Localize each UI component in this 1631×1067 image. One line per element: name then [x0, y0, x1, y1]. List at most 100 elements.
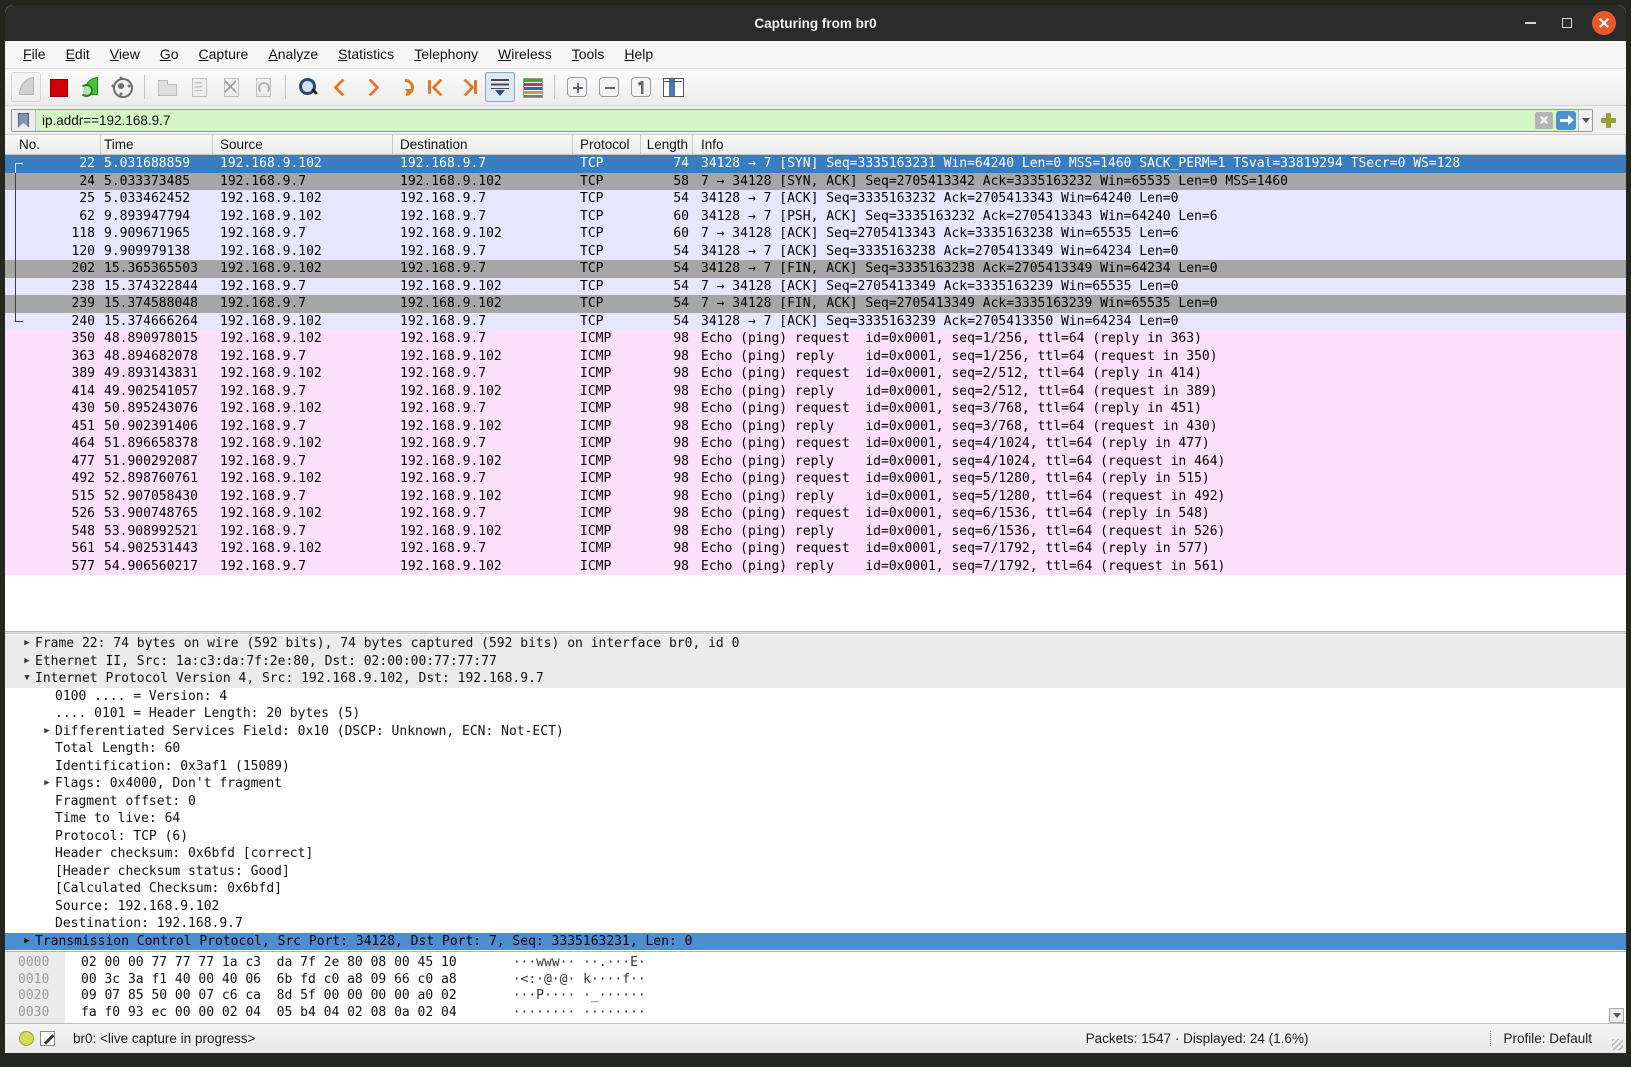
last-packet-button[interactable]: [453, 72, 483, 102]
capture-options-button[interactable]: [107, 72, 137, 102]
next-packet-button[interactable]: [357, 72, 387, 102]
column-header-info[interactable]: Info: [693, 135, 1626, 154]
filter-dropdown-button[interactable]: [1578, 110, 1592, 131]
packet-row[interactable]: 47751.900292087192.168.9.7192.168.9.102I…: [5, 453, 1626, 471]
start-capture-button[interactable]: [11, 72, 41, 102]
expander-icon[interactable]: ▶: [39, 723, 55, 741]
expander-icon[interactable]: ▶: [19, 653, 35, 671]
detail-row[interactable]: Total Length: 60: [5, 740, 1626, 758]
packet-row[interactable]: 49252.898760761192.168.9.102192.168.9.7I…: [5, 470, 1626, 488]
packet-row[interactable]: 255.033462452192.168.9.102192.168.9.7TCP…: [5, 190, 1626, 208]
packet-row[interactable]: 57754.906560217192.168.9.7192.168.9.102I…: [5, 558, 1626, 576]
detail-row[interactable]: 0100 .... = Version: 4: [5, 688, 1626, 706]
hex-row[interactable]: 002009 07 85 50 00 07 c6 ca 8d 5f 00 00 …: [5, 988, 1626, 1005]
add-filter-button[interactable]: [1598, 109, 1620, 131]
menu-item-analyze[interactable]: Analyze: [258, 41, 328, 68]
zoom-out-button[interactable]: [594, 72, 624, 102]
packet-row[interactable]: 245.033373485192.168.9.7192.168.9.102TCP…: [5, 173, 1626, 191]
find-packet-button[interactable]: [293, 72, 323, 102]
menu-item-statistics[interactable]: Statistics: [328, 41, 404, 68]
column-header-no[interactable]: No.: [5, 135, 101, 154]
packet-row[interactable]: 43050.895243076192.168.9.102192.168.9.7I…: [5, 400, 1626, 418]
hex-row[interactable]: 0030fa f0 93 ec 00 00 02 04 05 b4 04 02 …: [5, 1005, 1626, 1022]
column-header-length[interactable]: Length: [641, 135, 693, 154]
menu-item-help[interactable]: Help: [614, 41, 663, 68]
previous-packet-button[interactable]: [325, 72, 355, 102]
column-header-protocol[interactable]: Protocol: [573, 135, 641, 154]
packet-row[interactable]: 20215.365365503192.168.9.102192.168.9.7T…: [5, 260, 1626, 278]
detail-row[interactable]: ▼Internet Protocol Version 4, Src: 192.1…: [5, 670, 1626, 688]
apply-filter-button[interactable]: [1556, 111, 1576, 130]
scrollbar-down-button[interactable]: [1609, 1008, 1624, 1023]
filter-bookmark-button[interactable]: [12, 110, 36, 131]
expander-icon[interactable]: ▶: [39, 775, 55, 793]
detail-row[interactable]: ▶Transmission Control Protocol, Src Port…: [5, 933, 1626, 951]
zoom-in-button[interactable]: [562, 72, 592, 102]
open-file-button[interactable]: [152, 72, 182, 102]
packet-row[interactable]: 54853.908992521192.168.9.7192.168.9.102I…: [5, 523, 1626, 541]
detail-row[interactable]: Fragment offset: 0: [5, 793, 1626, 811]
restart-capture-button[interactable]: [75, 72, 105, 102]
clear-filter-button[interactable]: [1535, 112, 1553, 129]
detail-row[interactable]: Source: 192.168.9.102: [5, 898, 1626, 916]
packet-row[interactable]: 23815.374322844192.168.9.7192.168.9.102T…: [5, 278, 1626, 296]
packet-row[interactable]: 56154.902531443192.168.9.102192.168.9.7I…: [5, 540, 1626, 558]
detail-row[interactable]: ▶Differentiated Services Field: 0x10 (DS…: [5, 723, 1626, 741]
title-bar[interactable]: Capturing from br0: [5, 5, 1626, 41]
resize-columns-button[interactable]: [658, 72, 688, 102]
reload-file-button[interactable]: [248, 72, 278, 102]
detail-row[interactable]: Destination: 192.168.9.7: [5, 915, 1626, 933]
detail-row[interactable]: Header checksum: 0x6bfd [correct]: [5, 845, 1626, 863]
expander-icon[interactable]: ▼: [19, 670, 35, 688]
capture-comment-icon[interactable]: [40, 1031, 55, 1046]
save-file-button[interactable]: [184, 72, 214, 102]
normal-size-button[interactable]: [626, 72, 656, 102]
detail-row[interactable]: [Calculated Checksum: 0x6bfd]: [5, 880, 1626, 898]
menu-item-telephony[interactable]: Telephony: [404, 41, 488, 68]
menu-item-wireless[interactable]: Wireless: [488, 41, 562, 68]
profile-text[interactable]: Profile: Default: [1503, 1031, 1592, 1046]
display-filter-input[interactable]: [36, 110, 1535, 131]
packet-row[interactable]: 38949.893143831192.168.9.102192.168.9.7I…: [5, 365, 1626, 383]
expander-icon[interactable]: ▶: [19, 933, 35, 951]
colorize-button[interactable]: [517, 72, 547, 102]
menu-item-view[interactable]: View: [100, 41, 150, 68]
packet-list-pane[interactable]: 225.031688859192.168.9.102192.168.9.7TCP…: [5, 155, 1626, 575]
first-packet-button[interactable]: [421, 72, 451, 102]
menu-item-capture[interactable]: Capture: [189, 41, 259, 68]
packet-row[interactable]: 46451.896658378192.168.9.102192.168.9.7I…: [5, 435, 1626, 453]
packet-row[interactable]: 1189.909671965192.168.9.7192.168.9.102TC…: [5, 225, 1626, 243]
detail-row[interactable]: Protocol: TCP (6): [5, 828, 1626, 846]
detail-row[interactable]: Time to live: 64: [5, 810, 1626, 828]
detail-row[interactable]: ▶Flags: 0x4000, Don't fragment: [5, 775, 1626, 793]
menu-item-file[interactable]: File: [13, 41, 56, 68]
packet-row[interactable]: 24015.374666264192.168.9.102192.168.9.7T…: [5, 313, 1626, 331]
packet-row[interactable]: 45150.902391406192.168.9.7192.168.9.102I…: [5, 418, 1626, 436]
packet-row[interactable]: 1209.909979138192.168.9.102192.168.9.7TC…: [5, 243, 1626, 261]
maximize-button[interactable]: [1555, 11, 1579, 35]
stop-capture-button[interactable]: [43, 72, 73, 102]
go-to-packet-button[interactable]: [389, 72, 419, 102]
packet-row[interactable]: 35048.890978015192.168.9.102192.168.9.7I…: [5, 330, 1626, 348]
minimize-button[interactable]: [1518, 11, 1542, 35]
packet-bytes-pane[interactable]: 000002 00 00 77 77 77 1a c3 da 7f 2e 80 …: [5, 951, 1626, 1023]
detail-row[interactable]: .... 0101 = Header Length: 20 bytes (5): [5, 705, 1626, 723]
packet-row[interactable]: 36348.894682078192.168.9.7192.168.9.102I…: [5, 348, 1626, 366]
expander-icon[interactable]: ▶: [19, 635, 35, 653]
menu-item-edit[interactable]: Edit: [56, 41, 100, 68]
packet-row[interactable]: 41449.902541057192.168.9.7192.168.9.102I…: [5, 383, 1626, 401]
close-file-button[interactable]: [216, 72, 246, 102]
close-button[interactable]: [1592, 11, 1616, 35]
hex-row[interactable]: 001000 3c 3a f1 40 00 40 06 6b fd c0 a8 …: [5, 972, 1626, 989]
column-header-time[interactable]: Time: [101, 135, 213, 154]
packet-row[interactable]: 225.031688859192.168.9.102192.168.9.7TCP…: [5, 155, 1626, 173]
packet-row[interactable]: 51552.907058430192.168.9.7192.168.9.102I…: [5, 488, 1626, 506]
expert-info-icon[interactable]: [19, 1031, 34, 1046]
packet-details-pane[interactable]: ▶Frame 22: 74 bytes on wire (592 bits), …: [5, 634, 1626, 951]
detail-row[interactable]: ▶Frame 22: 74 bytes on wire (592 bits), …: [5, 635, 1626, 653]
hex-row[interactable]: 000002 00 00 77 77 77 1a c3 da 7f 2e 80 …: [5, 955, 1626, 972]
detail-row[interactable]: Identification: 0x3af1 (15089): [5, 758, 1626, 776]
detail-row[interactable]: [Header checksum status: Good]: [5, 863, 1626, 881]
packet-row[interactable]: 23915.374588048192.168.9.7192.168.9.102T…: [5, 295, 1626, 313]
menu-item-tools[interactable]: Tools: [562, 41, 615, 68]
